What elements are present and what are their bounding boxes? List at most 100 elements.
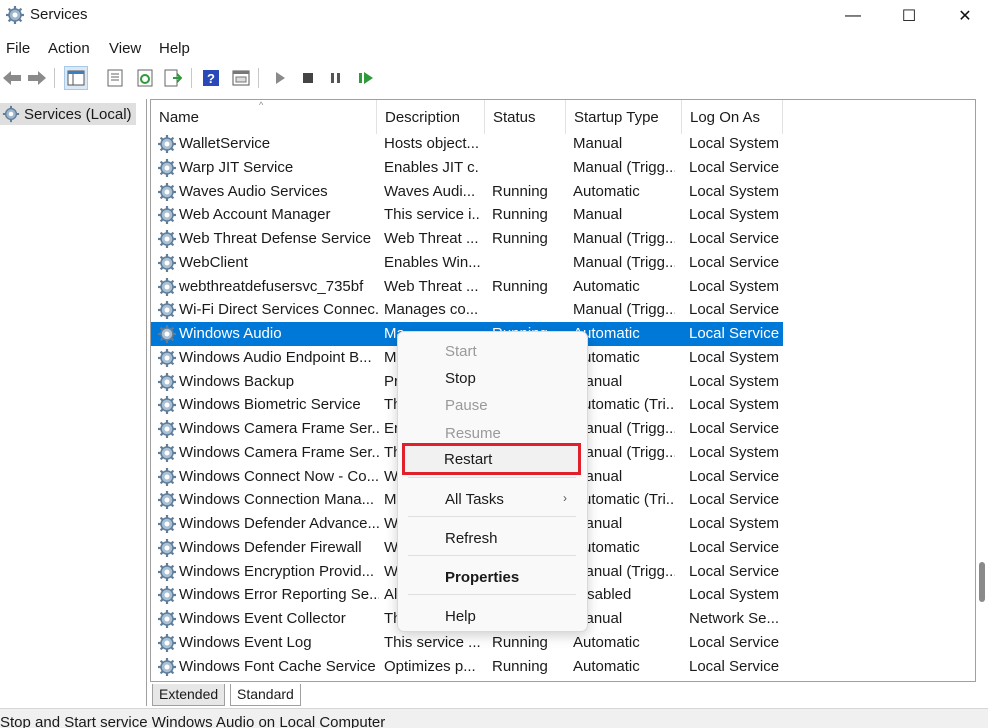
service-gear-icon — [158, 253, 176, 272]
context-menu: Start Stop Pause Resume All Tasks › Refr… — [397, 331, 588, 632]
console-tree: Services (Local) — [0, 99, 147, 706]
service-row[interactable]: Warp JIT Service Enables JIT c... Manual (… — [151, 156, 783, 180]
service-name: Waves Audio Services — [179, 182, 328, 200]
service-startup-type: Automatic (Tri... — [573, 491, 675, 509]
column-header-description[interactable]: Description — [377, 100, 485, 134]
menu-help[interactable]: Help — [159, 40, 190, 57]
column-header-status[interactable]: Status — [485, 100, 566, 134]
service-description: This service i... — [384, 206, 480, 224]
menu-item-restart[interactable]: Restart — [402, 443, 581, 475]
menu-separator — [408, 477, 576, 478]
scrollbar-thumb[interactable] — [979, 562, 985, 602]
restart-service-button[interactable] — [354, 66, 378, 90]
column-header-log-on-as[interactable]: Log On As — [682, 100, 783, 134]
services-gear-icon — [6, 6, 24, 24]
service-startup-type: Manual (Trigg... — [573, 301, 675, 319]
service-gear-icon — [158, 443, 176, 462]
service-startup-type: Automatic (Tri... — [573, 396, 675, 414]
export-icon — [164, 69, 182, 87]
start-service-button[interactable] — [268, 66, 292, 90]
menu-item-all-tasks[interactable]: All Tasks › — [402, 486, 583, 513]
menu-item-label: Restart — [444, 451, 493, 468]
export-button[interactable] — [161, 66, 185, 90]
column-header-label: Log On As — [690, 109, 761, 126]
refresh-button[interactable] — [133, 66, 157, 90]
menu-item-help[interactable]: Help — [402, 603, 583, 630]
tab-label: Standard — [237, 686, 294, 702]
service-gear-icon — [158, 396, 176, 415]
minimize-button[interactable]: — — [830, 0, 876, 32]
tree-item-services-local[interactable]: Services (Local) — [0, 103, 136, 125]
tree-item-label: Services (Local) — [24, 105, 132, 123]
service-description: Optimizes p... — [384, 657, 476, 675]
menu-file[interactable]: File — [6, 40, 30, 57]
service-log-on-as: Local Service — [689, 491, 780, 509]
service-row[interactable]: WalletService Hosts object... Manual Local … — [151, 132, 783, 156]
service-name: Web Account Manager — [179, 206, 331, 224]
service-log-on-as: Local System — [689, 586, 780, 604]
menu-separator — [408, 594, 576, 595]
service-log-on-as: Local Service — [689, 657, 780, 675]
service-row[interactable]: Windows Event Log This service ... Running… — [151, 631, 783, 655]
vertical-scrollbar[interactable] — [976, 99, 988, 682]
window-title: Services — [30, 6, 88, 23]
back-icon — [3, 71, 21, 85]
close-icon: ✕ — [958, 8, 972, 25]
service-startup-type: Manual (Trigg... — [573, 562, 675, 580]
menu-action[interactable]: Action — [48, 40, 90, 57]
forward-button[interactable] — [25, 66, 49, 90]
service-name: Windows Audio — [179, 325, 282, 342]
service-row[interactable]: Web Threat Defense Service Web Threat ...… — [151, 227, 783, 251]
service-startup-type: Manual (Trigg... — [573, 420, 675, 437]
menu-item-pause[interactable]: Pause — [402, 392, 583, 419]
pause-service-button[interactable] — [324, 66, 348, 90]
service-startup-type: Manual — [573, 515, 623, 532]
view-tabs: Extended Standard — [150, 682, 976, 706]
menu-item-label: All Tasks — [445, 491, 504, 508]
back-button[interactable] — [0, 66, 24, 90]
menu-item-stop[interactable]: Stop — [402, 365, 583, 392]
menu-item-refresh[interactable]: Refresh — [402, 525, 583, 552]
service-description: Enables Win... — [384, 253, 480, 271]
close-button[interactable]: ✕ — [942, 0, 988, 32]
service-log-on-as: Local System — [689, 515, 780, 532]
column-header-label: Name — [159, 109, 200, 126]
status-text: Stop and Start service Windows Audio on … — [0, 714, 386, 728]
service-row[interactable]: WebClient Enables Win... Manual (Trigg... L… — [151, 251, 783, 275]
menu-item-start[interactable]: Start — [402, 338, 583, 365]
service-startup-type: Automatic — [573, 182, 640, 200]
service-row[interactable]: webthreatdefusersvc_735bf Web Threat ... R… — [151, 275, 783, 299]
menu-item-properties[interactable]: Properties — [402, 564, 583, 591]
service-log-on-as: Local System — [689, 182, 780, 200]
service-description: Web Threat ... — [384, 230, 479, 247]
minimize-icon: — — [845, 7, 861, 24]
service-row[interactable]: Web Account Manager This service i... Runn… — [151, 203, 783, 227]
list-header: ^ Name Description Status Startup Type L… — [151, 100, 783, 134]
service-row[interactable]: Waves Audio Services Waves Audi... Running… — [151, 180, 783, 204]
tab-extended[interactable]: Extended — [152, 684, 226, 706]
service-description: This service ... — [384, 633, 480, 651]
service-startup-type: Automatic — [573, 325, 640, 342]
tab-standard[interactable]: Standard — [230, 684, 301, 706]
maximize-button[interactable]: ☐ — [886, 0, 932, 32]
column-header-name[interactable]: Name — [151, 100, 377, 134]
show-hide-console-tree-button[interactable] — [64, 66, 88, 90]
service-gear-icon — [158, 420, 176, 438]
service-log-on-as: Local Service — [689, 562, 780, 580]
service-gear-icon — [158, 301, 176, 320]
service-row[interactable]: Windows Font Cache Service Optimizes p...… — [151, 655, 783, 679]
properties-button[interactable] — [229, 66, 253, 90]
service-gear-icon — [158, 491, 176, 510]
service-gear-icon — [158, 135, 176, 153]
service-status: Running — [492, 230, 548, 247]
export-list-button[interactable] — [103, 66, 127, 90]
column-header-startup-type[interactable]: Startup Type — [566, 100, 682, 134]
menu-view[interactable]: View — [109, 40, 141, 57]
stop-service-button[interactable] — [296, 66, 320, 90]
service-log-on-as: Local System — [689, 277, 780, 295]
service-row[interactable]: Wi-Fi Direct Services Connec... Manages c… — [151, 298, 783, 322]
service-log-on-as: Local System — [689, 443, 780, 461]
service-status: Running — [492, 182, 548, 200]
help-button[interactable]: ? — [199, 66, 223, 90]
service-startup-type: Manual (Trigg... — [573, 158, 675, 176]
